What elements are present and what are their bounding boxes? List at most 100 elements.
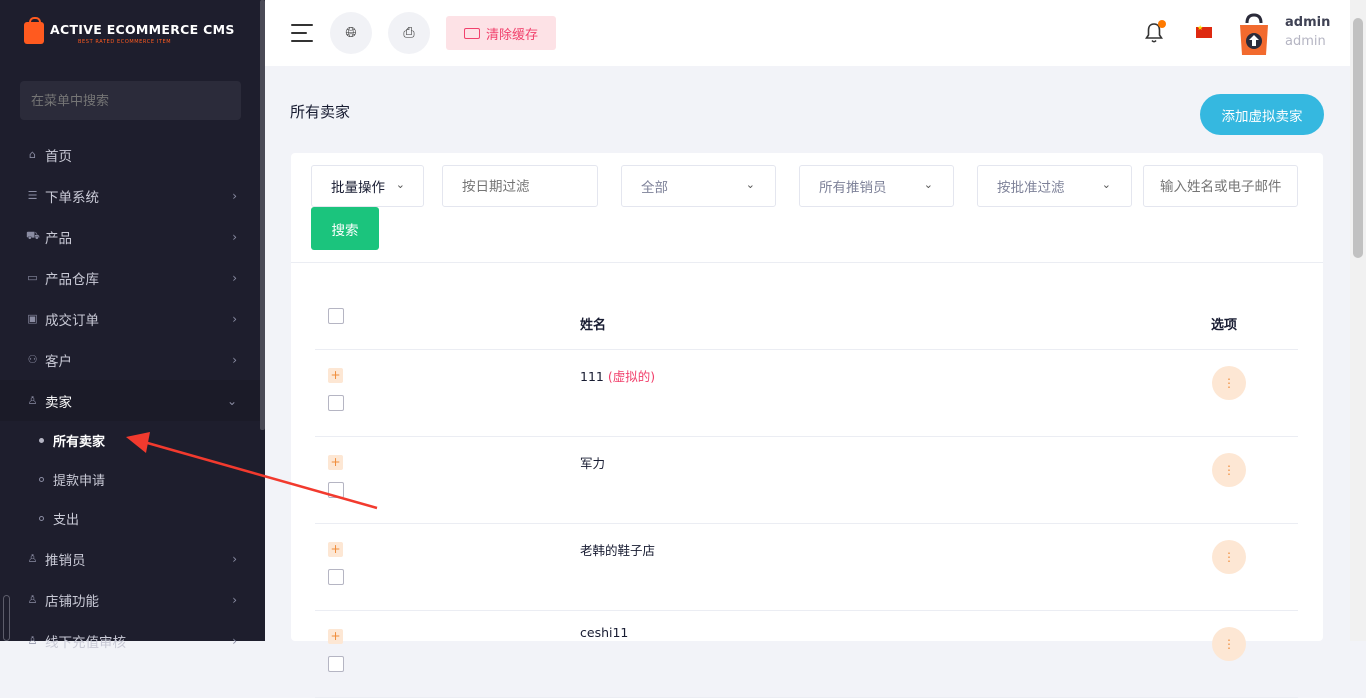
more-options-icon[interactable]: ⋮ — [1212, 366, 1246, 400]
china-flag-icon[interactable] — [1196, 24, 1212, 38]
seller-name[interactable]: 111 (虚拟的) — [580, 366, 655, 385]
cart-icon: ⛟ — [26, 229, 40, 242]
sidebar-item-order-system[interactable]: ☰ 下单系统 › — [0, 175, 265, 216]
user-role: admin — [1285, 34, 1326, 49]
select-all-checkbox[interactable] — [328, 308, 344, 324]
page-scrollbar[interactable] — [1350, 0, 1366, 641]
sidebar-subitem-expense[interactable]: 支出 — [0, 499, 265, 538]
bullet-icon — [39, 438, 44, 443]
status-select[interactable]: 全部 ⌄ — [621, 165, 776, 207]
bulk-action-dropdown[interactable]: 批量操作 ⌄ — [311, 165, 424, 207]
shopping-bag-icon — [24, 17, 44, 44]
sidebar-item-label: 推销员 — [45, 552, 86, 569]
approval-select[interactable]: 按批准过滤 ⌄ — [977, 165, 1132, 207]
users-icon: ⚇ — [27, 353, 38, 366]
clear-cache-label: 清除缓存 — [485, 26, 538, 42]
bullet-icon — [39, 516, 44, 521]
row-checkbox[interactable] — [328, 656, 344, 672]
table-row: + 军力 ⋮ — [315, 437, 1298, 524]
menu-toggle-icon[interactable] — [291, 24, 313, 48]
sidebar-subitem-withdraw[interactable]: 提款申请 — [0, 460, 265, 499]
filter-bar: 批量操作 ⌄ 全部 ⌄ 所有推销员 ⌄ 按批准过滤 ⌄ 搜索 — [291, 153, 1323, 263]
user-icon: ♙ — [27, 593, 38, 606]
printer-icon[interactable]: ⎙ — [388, 12, 430, 54]
salesman-select-value: 所有推销员 — [819, 180, 887, 196]
row-checkbox[interactable] — [328, 482, 344, 498]
chevron-right-icon: › — [232, 551, 237, 566]
notification-dot — [1158, 20, 1166, 28]
sidebar-item-shop-features[interactable]: ♙ 店铺功能 › — [0, 579, 265, 620]
sidebar-item-home[interactable]: ⌂ 首页 — [0, 134, 265, 175]
avatar[interactable] — [1238, 11, 1270, 56]
approval-select-value: 按批准过滤 — [997, 180, 1065, 196]
chevron-right-icon: › — [232, 311, 237, 326]
date-filter-input[interactable] — [442, 165, 598, 207]
sidebar-menu: ⌂ 首页 ☰ 下单系统 › ⛟ 产品 › ▭ 产品仓库 › ▣ 成交订单 › ⚇… — [0, 134, 265, 661]
sidebar-subitem-label: 提款申请 — [53, 474, 106, 489]
chevron-down-icon: ⌄ — [226, 393, 237, 408]
seller-name[interactable]: 老韩的鞋子店 — [580, 540, 655, 559]
sidebar-item-label: 店铺功能 — [45, 593, 99, 610]
money-icon: ▣ — [27, 312, 38, 325]
bulk-action-label: 批量操作 — [331, 180, 385, 196]
sidebar-item-orders[interactable]: ▣ 成交订单 › — [0, 298, 265, 339]
seller-name[interactable]: 军力 — [580, 453, 605, 472]
expand-row-icon[interactable]: + — [328, 368, 343, 383]
chevron-right-icon: › — [232, 592, 237, 607]
row-checkbox[interactable] — [328, 395, 344, 411]
globe-icon[interactable]: 🌐︎ — [330, 12, 372, 54]
salesman-select[interactable]: 所有推销员 ⌄ — [799, 165, 954, 207]
user-icon: ♙ — [27, 394, 38, 407]
sidebar-item-customers[interactable]: ⚇ 客户 › — [0, 339, 265, 380]
table-row: + 111 (虚拟的) ⋮ — [315, 350, 1298, 437]
bullet-icon — [39, 477, 44, 482]
sidebar: ACTIVE ECOMMERCE CMS BEST RATED ECOMMERC… — [0, 0, 265, 651]
sidebar-subitem-all-sellers[interactable]: 所有卖家 — [0, 421, 265, 460]
add-virtual-seller-button[interactable]: 添加虚拟卖家 — [1200, 94, 1324, 135]
column-header-name: 姓名 — [580, 318, 607, 333]
table-row: + ceshi11 ⋮ — [315, 611, 1298, 698]
page-title: 所有卖家 — [290, 103, 351, 121]
list-icon: ☰ — [27, 189, 38, 202]
scrollbar-thumb[interactable] — [1353, 18, 1363, 258]
sidebar-item-label: 客户 — [45, 353, 72, 370]
table-row: + 老韩的鞋子店 ⋮ — [315, 524, 1298, 611]
seller-name[interactable]: ceshi11 — [580, 625, 628, 640]
chevron-right-icon: › — [232, 229, 237, 244]
expand-row-icon[interactable]: + — [328, 455, 343, 470]
more-options-icon[interactable]: ⋮ — [1212, 627, 1246, 661]
column-header-options: 选项 — [1211, 318, 1238, 333]
hard-drive-icon — [463, 27, 480, 39]
status-select-value: 全部 — [641, 180, 668, 196]
more-options-icon[interactable]: ⋮ — [1212, 540, 1246, 574]
brand-title: ACTIVE ECOMMERCE CMS — [50, 21, 235, 37]
more-options-icon[interactable]: ⋮ — [1212, 453, 1246, 487]
sidebar-item-products[interactable]: ⛟ 产品 › — [0, 216, 265, 257]
seller-name-text: 111 — [580, 369, 604, 384]
sidebar-item-label: 卖家 — [45, 394, 72, 411]
brand-logo[interactable]: ACTIVE ECOMMERCE CMS BEST RATED ECOMMERC… — [0, 0, 265, 66]
expand-row-icon[interactable]: + — [328, 542, 343, 557]
chevron-down-icon: ⌄ — [923, 178, 933, 191]
expand-row-icon[interactable]: + — [328, 629, 343, 644]
chevron-down-icon: ⌄ — [1101, 178, 1111, 191]
sellers-card: 批量操作 ⌄ 全部 ⌄ 所有推销员 ⌄ 按批准过滤 ⌄ 搜索 姓名 选项 + 1… — [291, 153, 1323, 698]
sidebar-item-salesmen[interactable]: ♙ 推销员 › — [0, 538, 265, 579]
sidebar-scroll-handle[interactable] — [3, 595, 10, 641]
virtual-tag: (虚拟的) — [607, 369, 656, 384]
clear-cache-button[interactable]: 清除缓存 — [446, 16, 556, 50]
user-name[interactable]: admin — [1285, 15, 1330, 30]
name-email-search-input[interactable] — [1143, 165, 1298, 207]
search-button[interactable]: 搜索 — [311, 207, 379, 250]
warehouse-icon: ▭ — [27, 271, 38, 284]
top-header: 🌐︎ ⎙ 清除缓存 admin admin — [265, 0, 1350, 66]
sidebar-item-sellers[interactable]: ♙ 卖家 ⌄ — [0, 380, 265, 421]
menu-search-input[interactable] — [20, 81, 241, 120]
row-checkbox[interactable] — [328, 569, 344, 585]
sidebar-item-warehouse[interactable]: ▭ 产品仓库 › — [0, 257, 265, 298]
table-header: 姓名 选项 — [315, 263, 1298, 350]
chevron-right-icon: › — [232, 352, 237, 367]
chevron-right-icon: › — [232, 270, 237, 285]
brand-subtitle: BEST RATED ECOMMERCE ITEM — [78, 38, 172, 45]
user-icon: ♙ — [27, 552, 38, 565]
